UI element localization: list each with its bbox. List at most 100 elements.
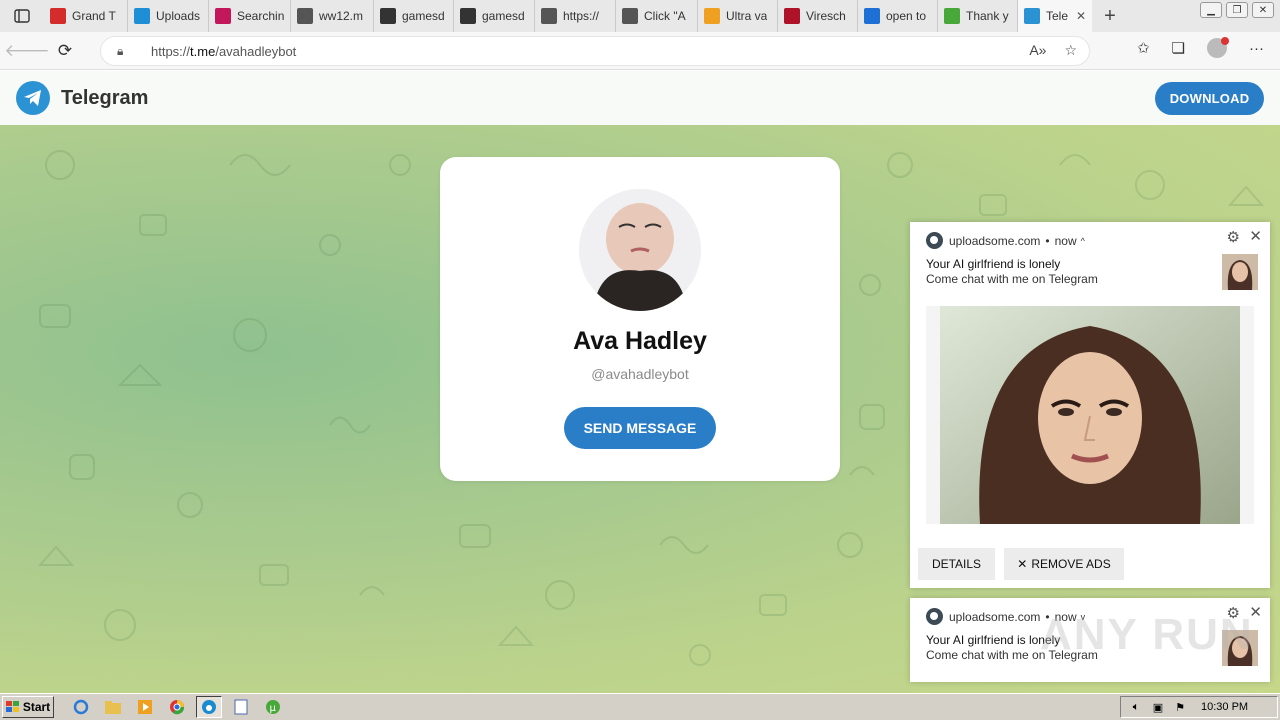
search-icon [864, 8, 880, 24]
back-button[interactable]: 🡐 [4, 35, 50, 67]
ie-icon[interactable] [68, 696, 94, 718]
tab-10[interactable]: Viresch [778, 0, 858, 32]
tab-11[interactable]: open to [858, 0, 938, 32]
close-window-button[interactable]: ✕ [1252, 2, 1274, 18]
profile-card: Ava Hadley @avahadleybot SEND MESSAGE [440, 157, 840, 481]
profile-name: Ava Hadley [573, 327, 707, 355]
upload-icon [134, 8, 150, 24]
tab-2[interactable]: Uploads [128, 0, 209, 32]
telegram-brand[interactable]: Telegram [61, 87, 148, 110]
bag-icon [380, 8, 396, 24]
tab-bar: Grand T Uploads Searchin ww12.m gamesd gamesd… [0, 0, 1280, 32]
utorrent-icon [944, 8, 960, 24]
network-icon[interactable]: ▣ [1151, 700, 1165, 714]
add-favorite-icon[interactable]: ☆ [1064, 42, 1077, 59]
volume-icon[interactable]: 🔈︎ [1129, 700, 1143, 714]
page-icon [541, 8, 557, 24]
tab-1[interactable]: Grand T [44, 0, 128, 32]
profile-handle: @avahadleybot [591, 366, 689, 382]
notification-header: uploadsome.com • now ^ [926, 232, 1085, 249]
address-bar[interactable]: 🔒︎ https://t.me/avahadleybot A» ☆ [100, 36, 1090, 66]
new-tab-button[interactable]: + [1092, 0, 1128, 32]
tab-5[interactable]: gamesd [374, 0, 454, 32]
details-button[interactable]: DETAILS [918, 548, 995, 580]
tab-6[interactable]: gamesd [454, 0, 535, 32]
notification-time: now [1054, 233, 1077, 248]
tab-label: Uploads [156, 9, 201, 23]
close-icon[interactable]: ✕ [1249, 227, 1262, 245]
remove-ads-button[interactable]: ✕ REMOVE ADS [1004, 548, 1124, 580]
restore-button[interactable]: ❐ [1226, 2, 1248, 18]
send-message-button[interactable]: SEND MESSAGE [564, 407, 716, 449]
tab-4[interactable]: ww12.m [291, 0, 374, 32]
tab-label: Ultra va [726, 9, 768, 23]
start-button[interactable]: Start [2, 696, 54, 718]
tab-3[interactable]: Searchin [209, 0, 291, 32]
notification-image [926, 306, 1254, 524]
tab-label: Viresch [806, 9, 846, 23]
taskbar: Start µ 🔈︎ ▣ ⚑ 10:30 PM [0, 693, 1280, 720]
page-icon [622, 8, 638, 24]
watermark: ANY RUN [1040, 610, 1254, 659]
close-tab-icon[interactable]: ✕ [1076, 9, 1086, 23]
minimize-button[interactable]: ▁ [1200, 2, 1222, 18]
notification-site: uploadsome.com [949, 609, 1041, 624]
windows-logo-icon [5, 701, 19, 712]
gift-icon [50, 8, 66, 24]
tab-label: ww12.m [319, 9, 364, 23]
lock-icon[interactable]: 🔒︎ [117, 44, 131, 59]
profile-photo [579, 189, 701, 311]
start-label: Start [22, 700, 51, 714]
svg-text:µ: µ [270, 703, 277, 714]
favorites-icon[interactable]: ✩ [1137, 39, 1150, 57]
gear-icon[interactable]: ⚙ [1227, 228, 1240, 246]
utorrent-icon[interactable]: µ [260, 696, 286, 718]
tab-label: Grand T [72, 9, 116, 23]
close-icon: ✕ [1017, 557, 1028, 571]
more-menu-icon[interactable]: ··· [1249, 40, 1264, 57]
url-text[interactable]: https://t.me/avahadleybot [151, 44, 296, 59]
tab-13[interactable]: Tele ✕ [1018, 0, 1092, 32]
edge-icon[interactable] [196, 696, 222, 718]
read-aloud-icon[interactable]: A» [1029, 42, 1046, 59]
tab-label: Tele [1046, 9, 1068, 23]
refresh-button[interactable]: ⟳ [48, 35, 82, 67]
push-notification[interactable]: uploadsome.com • now ^ ⚙ ✕ Your AI girlf… [910, 222, 1270, 588]
shield-icon [784, 8, 800, 24]
tab-actions-button[interactable] [0, 0, 44, 32]
download-button[interactable]: DOWNLOAD [1155, 82, 1264, 115]
chrome-icon[interactable] [164, 696, 190, 718]
tab-label: Searchin [237, 9, 284, 23]
window-controls: ▁ ❐ ✕ [1200, 2, 1274, 18]
profile-avatar[interactable] [1207, 37, 1229, 58]
tab-label: gamesd [482, 9, 525, 23]
notepad-icon[interactable] [228, 696, 254, 718]
tab-9[interactable]: Ultra va [698, 0, 778, 32]
telegram-header: Telegram DOWNLOAD [0, 71, 1280, 125]
bag-icon [460, 8, 476, 24]
notification-body: Come chat with me on Telegram [926, 272, 1098, 286]
tab-actions-icon [14, 9, 30, 23]
media-player-icon[interactable] [132, 696, 158, 718]
collections-icon[interactable]: ❏ [1172, 39, 1185, 57]
system-tray: 🔈︎ ▣ ⚑ 10:30 PM [1120, 696, 1278, 718]
notification-thumbnail [1222, 254, 1258, 290]
chevron-up-icon[interactable]: ^ [1081, 236, 1085, 246]
notification-site: uploadsome.com [949, 233, 1041, 248]
folder-icon[interactable] [100, 696, 126, 718]
telegram-logo-icon[interactable] [16, 81, 50, 115]
telegram-icon [1024, 8, 1040, 24]
clock: 10:30 PM [1201, 701, 1249, 713]
page-icon [297, 8, 313, 24]
tab-8[interactable]: Click "A [616, 0, 698, 32]
tab-label: Thank y [966, 9, 1009, 23]
edge-browser-icon [926, 232, 943, 249]
tab-7[interactable]: https:// [535, 0, 616, 32]
tab-12[interactable]: Thank y [938, 0, 1018, 32]
tab-label: Click "A [644, 9, 686, 23]
tab-label: https:// [563, 9, 600, 23]
address-bar-row: 🡐 ⟳ 🔒︎ https://t.me/avahadleybot A» ☆ ✩ … [0, 32, 1280, 70]
tab-label: open to [886, 9, 927, 23]
tab-label: gamesd [402, 9, 445, 23]
flag-icon[interactable]: ⚑ [1173, 700, 1187, 714]
